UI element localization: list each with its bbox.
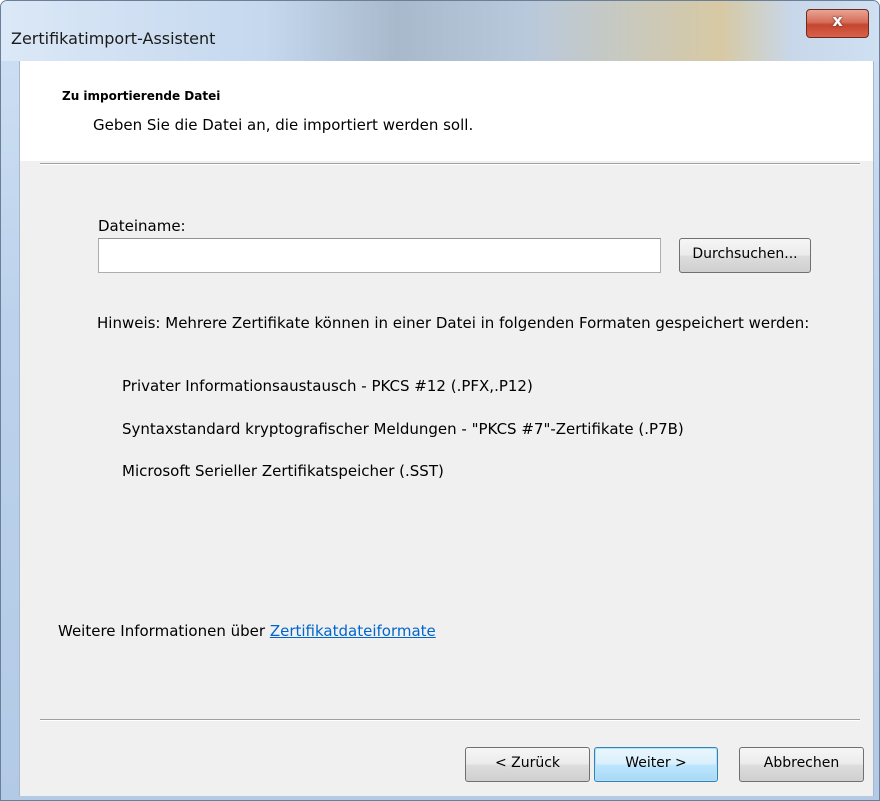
cancel-button[interactable]: Abbrechen bbox=[739, 747, 864, 782]
close-button[interactable]: x bbox=[806, 9, 869, 38]
format-hint: Hinweis: Mehrere Zertifikate können in e… bbox=[97, 314, 810, 332]
filename-label: Dateiname: bbox=[98, 217, 186, 235]
browse-button[interactable]: Durchsuchen... bbox=[679, 238, 811, 273]
window-title: Zertifikatimport-Assistent bbox=[11, 29, 216, 48]
title-bar[interactable]: Zertifikatimport-Assistent x bbox=[1, 1, 879, 61]
header-divider bbox=[40, 163, 860, 165]
wizard-header: Zu importierende Datei Geben Sie die Dat… bbox=[20, 61, 873, 161]
import-wizard-window: Zertifikatimport-Assistent x Zu importie… bbox=[0, 0, 880, 801]
filename-input[interactable] bbox=[98, 238, 661, 273]
page-subtitle: Geben Sie die Datei an, die importiert w… bbox=[93, 116, 474, 134]
format-item-pfx: Privater Informationsaustausch - PKCS #1… bbox=[122, 377, 533, 395]
format-item-sst: Microsoft Serieller Zertifikatspeicher (… bbox=[122, 462, 444, 480]
close-icon: x bbox=[832, 11, 843, 30]
back-button[interactable]: < Zurück bbox=[465, 747, 590, 782]
format-item-p7b: Syntaxstandard kryptografischer Meldunge… bbox=[122, 420, 684, 438]
file-formats-link[interactable]: Zertifikatdateiformate bbox=[270, 622, 436, 640]
footer-divider bbox=[40, 719, 860, 721]
more-info-prefix: Weitere Informationen über bbox=[58, 622, 270, 640]
more-info-text: Weitere Informationen über Zertifikatdat… bbox=[58, 622, 436, 640]
next-button[interactable]: Weiter > bbox=[594, 747, 718, 782]
page-title: Zu importierende Datei bbox=[62, 89, 221, 103]
wizard-body: Zu importierende Datei Geben Sie die Dat… bbox=[19, 61, 874, 796]
